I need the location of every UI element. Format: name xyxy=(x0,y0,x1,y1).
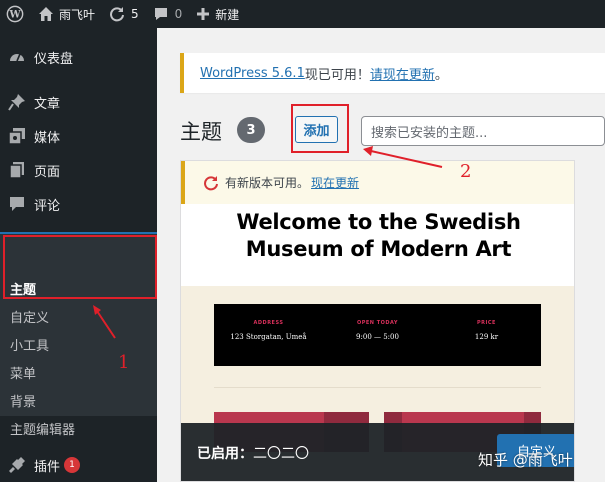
annotation-arrows xyxy=(93,146,443,339)
arrowhead-2 xyxy=(363,146,373,156)
arrow-1 xyxy=(96,310,116,339)
annotation-number-2: 2 xyxy=(460,161,472,182)
annotation-number-1: 1 xyxy=(118,352,130,373)
arrow-2 xyxy=(370,150,443,168)
watermark: 知乎 @雨飞叶 xyxy=(478,451,573,469)
